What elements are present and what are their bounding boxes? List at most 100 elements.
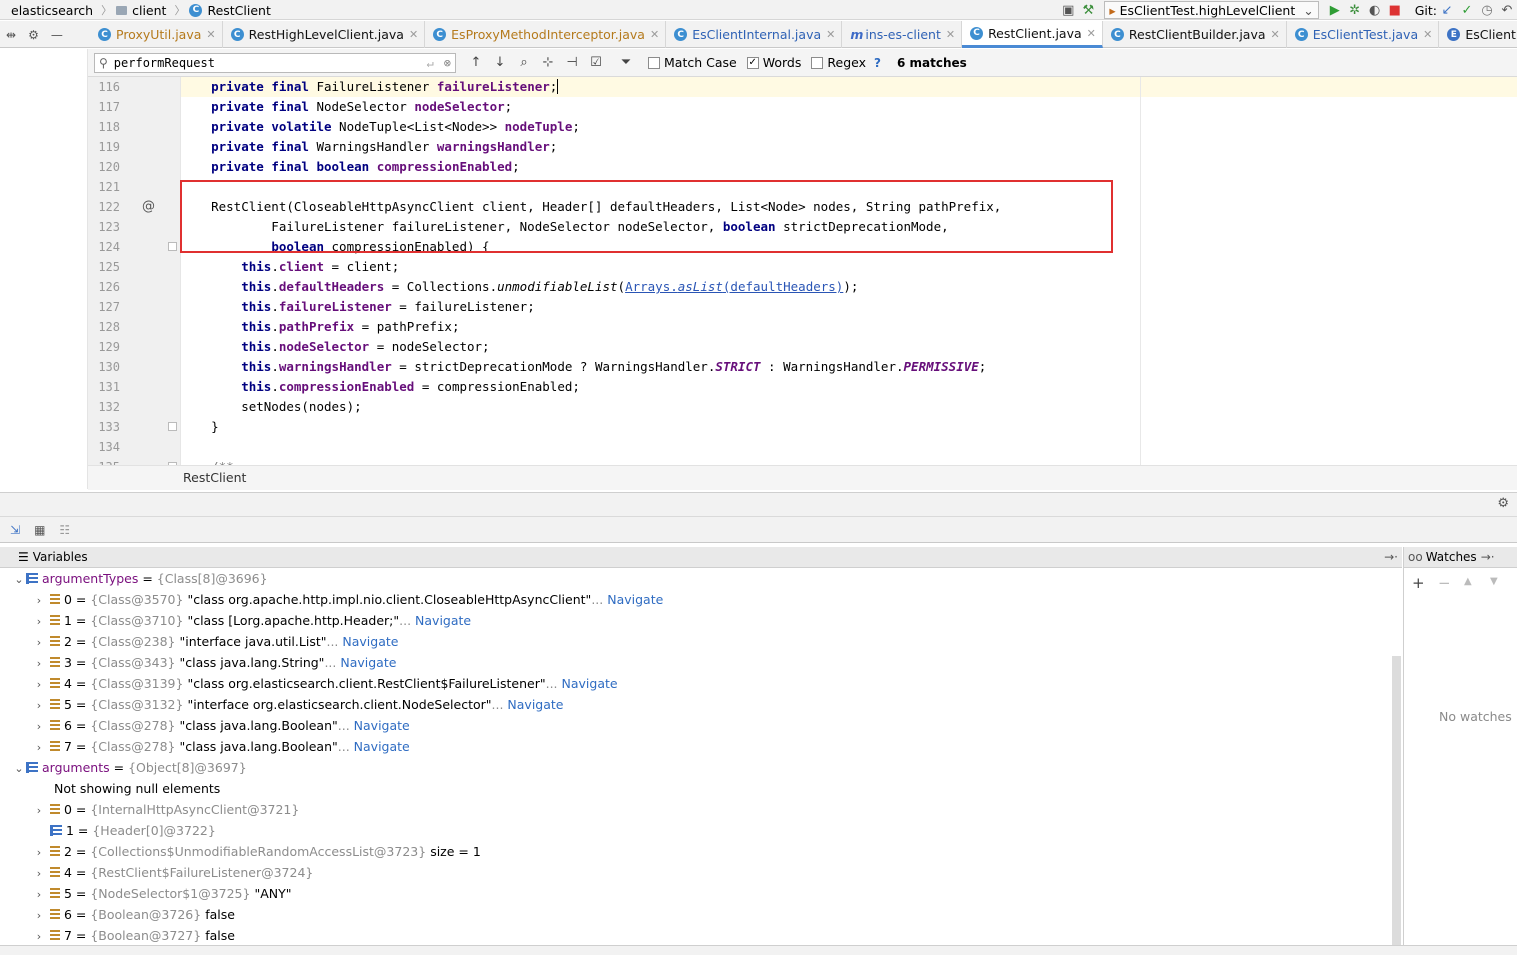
- code-area[interactable]: private final FailureListener failureLis…: [181, 77, 1517, 465]
- remove-occurrence-icon[interactable]: ⊣: [560, 53, 584, 73]
- variables-tree[interactable]: ⌄ argumentTypes = {Class[8]@3696} › 0 = {…: [0, 568, 1402, 945]
- navigate-link[interactable]: Navigate: [340, 655, 396, 670]
- previous-match-icon[interactable]: ↑: [464, 53, 488, 73]
- chevron-right-icon[interactable]: ›: [32, 716, 46, 737]
- chevron-right-icon[interactable]: ›: [32, 842, 46, 863]
- debug-icon[interactable]: ✲: [1345, 0, 1365, 20]
- tab-proxyutil[interactable]: C ProxyUtil.java ✕: [90, 21, 223, 48]
- regex-checkbox[interactable]: Regex: [811, 55, 866, 70]
- tree-row[interactable]: › 3 = {Class@343} "class java.lang.Strin…: [32, 652, 397, 673]
- navigate-link[interactable]: Navigate: [354, 718, 410, 733]
- fold-icon[interactable]: [168, 422, 177, 431]
- pin-arrow-icon[interactable]: →·: [1481, 550, 1495, 564]
- tree-row-arguments[interactable]: ⌄ arguments = {Object[8]@3697}: [12, 757, 246, 779]
- chevron-right-icon[interactable]: ›: [32, 695, 46, 716]
- chevron-right-icon[interactable]: ›: [32, 611, 46, 632]
- tree-row[interactable]: › 1 = {Class@3710} "class [Lorg.apache.h…: [32, 610, 471, 631]
- chevron-down-icon[interactable]: ⌄: [12, 758, 26, 779]
- close-icon[interactable]: ✕: [1087, 27, 1096, 40]
- override-annotation-icon[interactable]: @: [142, 199, 155, 214]
- tab-restclientbuilder[interactable]: C RestClientBuilder.java ✕: [1103, 21, 1287, 48]
- tree-row[interactable]: › 6 = {Class@278} "class java.lang.Boole…: [32, 715, 410, 736]
- git-update-icon[interactable]: ↙: [1437, 0, 1457, 20]
- navigate-link[interactable]: Navigate: [507, 697, 563, 712]
- close-icon[interactable]: ✕: [826, 28, 835, 41]
- tree-row[interactable]: 1 = {Header[0]@3722}: [32, 820, 216, 841]
- tree-row[interactable]: › 4 = {Class@3139} "class org.elasticsea…: [32, 673, 618, 694]
- tab-esclient[interactable]: EEsClient.java✕: [1439, 21, 1517, 48]
- filter-icon[interactable]: ⏷: [614, 53, 638, 73]
- tree-row[interactable]: › 0 = {InternalHttpAsyncClient@3721}: [32, 799, 300, 821]
- words-checkbox[interactable]: ✓ Words: [746, 55, 801, 70]
- breadcrumb-item-package[interactable]: client: [116, 3, 170, 18]
- chevron-right-icon[interactable]: ›: [32, 863, 46, 884]
- close-icon[interactable]: ✕: [1423, 28, 1432, 41]
- tree-row[interactable]: › 6 = {Boolean@3726} false: [32, 904, 235, 925]
- chevron-right-icon[interactable]: ›: [32, 800, 46, 821]
- tree-row-argumentTypes[interactable]: ⌄ argumentTypes = {Class[8]@3696}: [12, 568, 267, 590]
- close-icon[interactable]: ✕: [946, 28, 955, 41]
- split-icon[interactable]: ⇹: [6, 28, 16, 42]
- tree-row[interactable]: › 7 = {Boolean@3727} false: [32, 925, 235, 945]
- navigate-link[interactable]: Navigate: [607, 592, 663, 607]
- frames-layout-icon[interactable]: ☷: [59, 523, 70, 537]
- code-editor[interactable]: ⚲ performRequest ↵ ⊗ ↑ ↓ ⌕ ⊹ ⊣ ☑ ⏷ Match…: [0, 49, 1517, 490]
- variables-scrollbar[interactable]: [1392, 656, 1401, 945]
- editor-breadcrumb[interactable]: RestClient: [183, 470, 246, 485]
- move-up-icon[interactable]: ▲: [1464, 576, 1472, 587]
- chevron-right-icon[interactable]: ›: [32, 674, 46, 695]
- run-configuration-select[interactable]: ▸ EsClientTest.highLevelClient ⌄: [1104, 1, 1319, 19]
- stop-icon[interactable]: ■: [1385, 0, 1405, 20]
- close-icon[interactable]: ✕: [409, 28, 418, 41]
- chevron-right-icon[interactable]: ›: [32, 632, 46, 653]
- remove-watch-icon[interactable]: −: [1438, 574, 1451, 592]
- show-execution-point-icon[interactable]: ⇲: [10, 523, 20, 537]
- gear-icon[interactable]: ⚙: [28, 28, 39, 42]
- chevron-right-icon[interactable]: ›: [32, 926, 46, 945]
- line-number-gutter[interactable]: 116 117 118 119 120 121 122 123 124 125 …: [88, 77, 180, 465]
- fold-icon[interactable]: [168, 242, 177, 251]
- tree-row[interactable]: › 0 = {Class@3570} "class org.apache.htt…: [32, 589, 664, 611]
- tab-esclienttest[interactable]: C EsClientTest.java ✕: [1287, 21, 1440, 48]
- breadcrumb-item-project[interactable]: elasticsearch: [0, 3, 97, 18]
- tab-esclientinternal[interactable]: C EsClientInternal.java ✕: [666, 21, 843, 48]
- tree-row[interactable]: › 7 = {Class@278} "class java.lang.Boole…: [32, 736, 410, 757]
- add-occurrence-icon[interactable]: ⊹: [536, 53, 560, 73]
- tab-resthighlevelclient[interactable]: C RestHighLevelClient.java ✕: [223, 21, 426, 48]
- coverage-icon[interactable]: ◐: [1365, 0, 1385, 20]
- match-case-checkbox[interactable]: Match Case: [648, 55, 737, 70]
- tab-restclient[interactable]: C RestClient.java ✕: [962, 21, 1103, 48]
- select-all-occurrences-icon[interactable]: ☑: [584, 53, 608, 73]
- navigate-link[interactable]: Navigate: [415, 613, 471, 628]
- clear-search-icon[interactable]: ⊗: [444, 56, 451, 70]
- navigate-link[interactable]: Navigate: [562, 676, 618, 691]
- git-history-icon[interactable]: ◷: [1477, 0, 1497, 20]
- chevron-down-icon[interactable]: ⌄: [12, 569, 26, 590]
- navigate-link[interactable]: Navigate: [354, 739, 410, 754]
- close-icon[interactable]: ✕: [206, 28, 215, 41]
- tree-row[interactable]: › 2 = {Collections$UnmodifiableRandomAcc…: [32, 841, 481, 862]
- hide-icon[interactable]: —: [51, 28, 63, 42]
- next-match-icon[interactable]: ↓: [488, 53, 512, 73]
- tab-ins-es-client[interactable]: m ins-es-client ✕: [842, 21, 963, 48]
- search-input[interactable]: ⚲ performRequest ↵ ⊗: [94, 52, 456, 73]
- move-down-icon[interactable]: ▼: [1490, 576, 1498, 587]
- git-rollback-icon[interactable]: ↶: [1497, 0, 1517, 20]
- gear-icon[interactable]: ⚙: [1497, 496, 1509, 511]
- build-hammer-icon[interactable]: ⚒: [1078, 0, 1098, 20]
- breadcrumb-item-class[interactable]: C RestClient: [189, 3, 274, 18]
- find-all-icon[interactable]: ⌕: [512, 53, 536, 73]
- git-commit-icon[interactable]: ✓: [1457, 0, 1477, 20]
- run-icon[interactable]: ▶: [1325, 0, 1345, 20]
- chevron-right-icon[interactable]: ›: [32, 905, 46, 926]
- project-structure-icon[interactable]: ▣: [1058, 0, 1078, 20]
- pin-arrow-icon[interactable]: →·: [1384, 550, 1398, 564]
- regex-help-link[interactable]: ?: [874, 56, 881, 70]
- navigate-link[interactable]: Navigate: [342, 634, 398, 649]
- tree-row[interactable]: › 4 = {RestClient$FailureListener@3724}: [32, 862, 314, 884]
- tree-row[interactable]: › 5 = {NodeSelector$1@3725} "ANY": [32, 883, 292, 904]
- tab-esproxymethodinterceptor[interactable]: C EsProxyMethodInterceptor.java ✕: [425, 21, 667, 48]
- close-icon[interactable]: ✕: [650, 28, 659, 41]
- chevron-right-icon[interactable]: ›: [32, 884, 46, 905]
- chevron-right-icon[interactable]: ›: [32, 590, 46, 611]
